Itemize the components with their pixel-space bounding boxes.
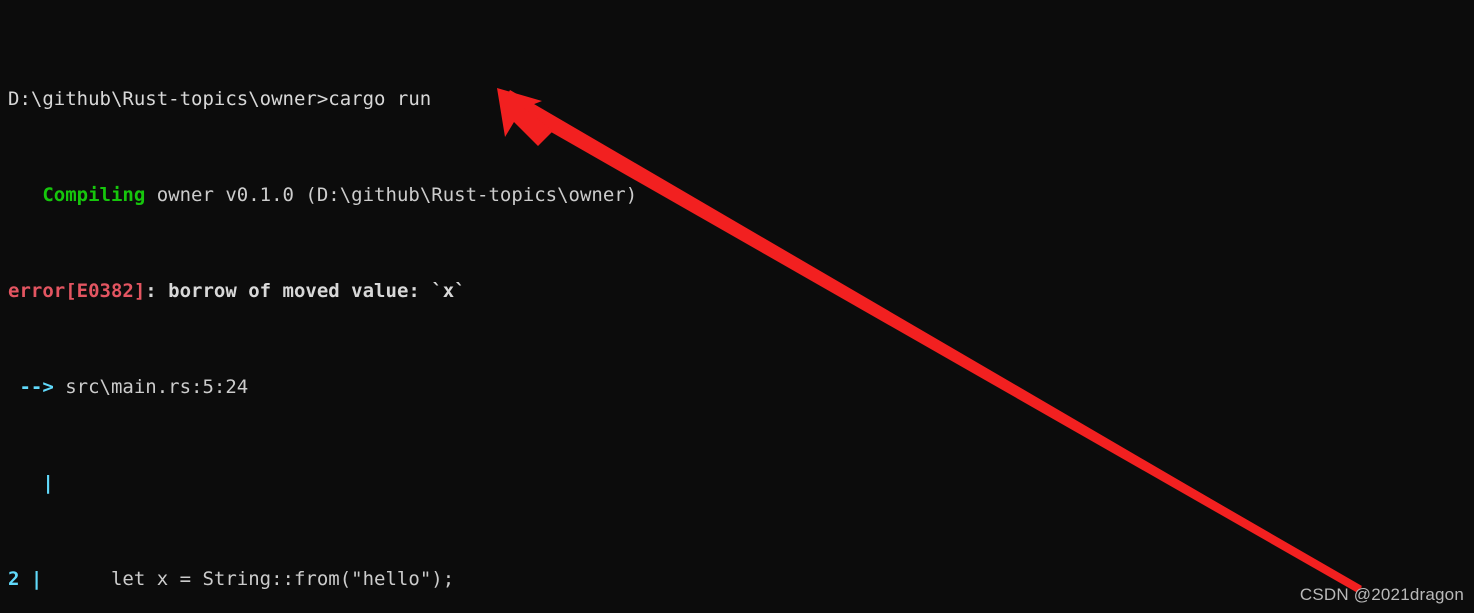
gutter-pipe-line: | — [8, 471, 1474, 495]
error-code-tag: error[E0382] — [8, 280, 146, 302]
error-location-path: src\main.rs:5:24 — [65, 376, 249, 398]
csdn-watermark: CSDN @2021dragon — [1300, 585, 1464, 605]
error-location-line: --> src\main.rs:5:24 — [8, 375, 1474, 399]
compiling-label: Compiling — [42, 184, 146, 206]
command-prompt-line-1: D:\github\Rust-topics\owner>cargo run — [8, 87, 1474, 111]
source-code-text: let x = String::from("hello"); — [42, 568, 455, 590]
source-line-2: 2 | let x = String::from("hello"); — [8, 567, 1474, 591]
compiling-target: owner v0.1.0 (D:\github\Rust-topics\owne… — [145, 184, 638, 206]
watermark-text: CSDN @2021dragon — [1299, 585, 1464, 604]
error-headline-text: : borrow of moved value: `x` — [145, 280, 466, 302]
gutter-pipe: | — [8, 472, 54, 494]
console-output: D:\github\Rust-topics\owner>cargo run Co… — [8, 15, 1474, 613]
compiling-line: Compiling owner v0.1.0 (D:\github\Rust-t… — [8, 183, 1474, 207]
line-number-gutter: 2 | — [8, 568, 43, 590]
prompt-command-text: D:\github\Rust-topics\owner>cargo run — [8, 88, 432, 110]
error-headline-line: error[E0382]: borrow of moved value: `x` — [8, 279, 1474, 303]
location-arrow-icon: --> — [8, 376, 66, 398]
compiling-indent — [8, 184, 42, 206]
terminal-window[interactable]: D:\github\Rust-topics\owner>cargo run Co… — [0, 0, 1474, 613]
